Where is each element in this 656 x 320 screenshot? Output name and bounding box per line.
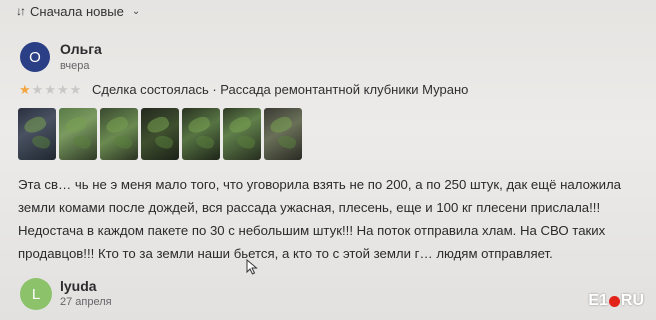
review-text: Эта св… чь не э меня мало того, что угов… bbox=[18, 173, 648, 265]
star-icon: ★ bbox=[56, 82, 69, 97]
avatar[interactable]: О bbox=[20, 42, 50, 72]
review-text-line: земли комами после дождей, вся рассада у… bbox=[18, 200, 601, 215]
author-name[interactable]: lyuda bbox=[60, 278, 97, 294]
author-name[interactable]: Ольга bbox=[60, 41, 102, 57]
review-text-line: Недостача в каждом пакете по 30 с неболь… bbox=[18, 223, 606, 238]
sort-icon: ↓↑ bbox=[16, 4, 26, 18]
star-icon: ★ bbox=[31, 82, 44, 97]
review-photo[interactable] bbox=[18, 108, 56, 160]
watermark-logo: E1 RU bbox=[588, 292, 644, 309]
sort-label: Сначала новые bbox=[30, 3, 124, 19]
sort-dropdown[interactable]: ↓↑ Сначала новые ⌄ bbox=[16, 2, 140, 20]
review-text-line: Эта св… чь не э меня мало того, что угов… bbox=[18, 177, 621, 192]
review-photo[interactable] bbox=[100, 108, 138, 160]
photo-gallery bbox=[18, 108, 302, 160]
chevron-down-icon: ⌄ bbox=[131, 5, 141, 17]
star-icon: ★ bbox=[19, 82, 31, 97]
star-icon: ★ bbox=[44, 82, 56, 97]
review-photo[interactable] bbox=[223, 108, 261, 160]
review-photo[interactable] bbox=[59, 108, 97, 160]
rating-stars: ★ ★ ★ ★ ★ bbox=[19, 83, 81, 96]
review-date: 27 апреля bbox=[60, 296, 112, 308]
review-date: вчера bbox=[60, 60, 90, 72]
mouse-cursor-icon bbox=[246, 259, 258, 275]
review-photo[interactable] bbox=[182, 108, 220, 160]
review-photo[interactable] bbox=[264, 108, 302, 160]
deal-status: Сделка состоялась · Рассада ремонтантной… bbox=[92, 82, 469, 97]
review-text-line: продавцов!!! Кто то за земли наши бьется… bbox=[18, 246, 553, 261]
star-icon: ★ bbox=[69, 82, 82, 97]
review-photo[interactable] bbox=[141, 108, 179, 160]
avatar[interactable]: L bbox=[20, 278, 52, 310]
